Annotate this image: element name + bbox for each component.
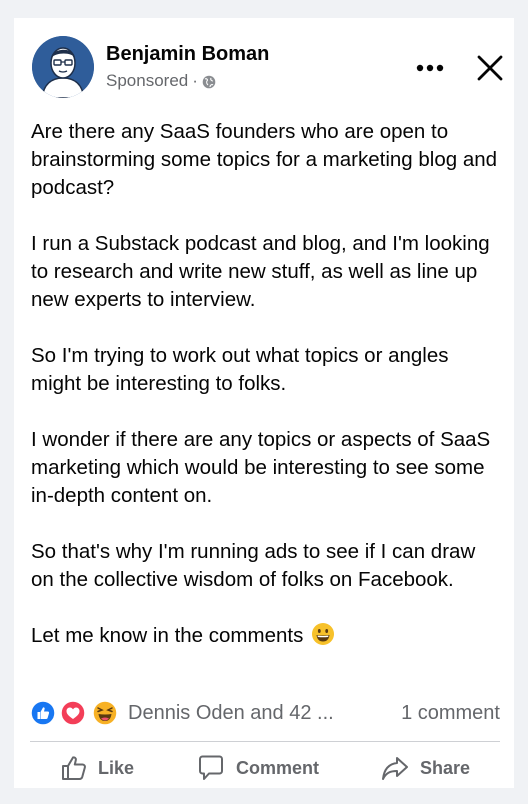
more-options-button[interactable] (412, 50, 448, 86)
meta-separator: · (192, 71, 198, 90)
post-paragraph: I run a Substack podcast and blog, and I… (31, 232, 490, 311)
comment-button[interactable]: Comment (196, 748, 319, 788)
post-header: Benjamin Boman Sponsored · (32, 36, 503, 98)
comment-label: Comment (236, 757, 320, 778)
post-paragraph: So that's why I'm running ads to see if … (31, 540, 476, 591)
like-label: Like (98, 757, 135, 778)
post-paragraph: Are there any SaaS founders who are open… (31, 120, 498, 199)
share-label: Share (420, 757, 471, 778)
haha-reaction-icon (92, 700, 118, 726)
globe-icon (202, 74, 216, 89)
more-dots-icon (416, 64, 444, 72)
post-paragraph: I wonder if there are any topics or aspe… (31, 428, 491, 507)
reaction-icons[interactable] (30, 700, 122, 726)
actions-divider (30, 741, 500, 742)
closing-text: Let me know in the comments (31, 624, 304, 647)
close-button[interactable] (472, 50, 508, 86)
reaction-names[interactable]: Dennis Oden and 42 ... (128, 702, 334, 725)
grinning-face-icon (311, 622, 335, 654)
like-reaction-icon (30, 700, 56, 726)
reactions-bar: Dennis Oden and 42 ... 1 comment (30, 698, 500, 728)
like-button[interactable]: Like (60, 748, 134, 788)
thumbs-up-icon (62, 756, 86, 780)
comment-count[interactable]: 1 comment (401, 702, 500, 725)
share-arrow-icon (382, 757, 408, 780)
comment-bubble-icon (199, 755, 223, 780)
sponsored-label[interactable]: Sponsored (106, 71, 188, 91)
post-closing-line: Let me know in the comments (31, 622, 501, 654)
avatar[interactable] (32, 36, 94, 98)
post-body: Are there any SaaS founders who are open… (31, 118, 501, 654)
author-name[interactable]: Benjamin Boman (106, 43, 269, 66)
post-actions: Like Comment Share (30, 748, 500, 788)
post-meta: Sponsored · (106, 71, 216, 91)
love-reaction-icon (60, 700, 86, 726)
post-card: Benjamin Boman Sponsored · Are there any… (14, 18, 514, 788)
share-button[interactable]: Share (380, 748, 470, 788)
avatar-illustration (32, 36, 94, 98)
post-paragraph: So I'm trying to work out what topics or… (31, 344, 449, 395)
close-icon (477, 55, 503, 81)
